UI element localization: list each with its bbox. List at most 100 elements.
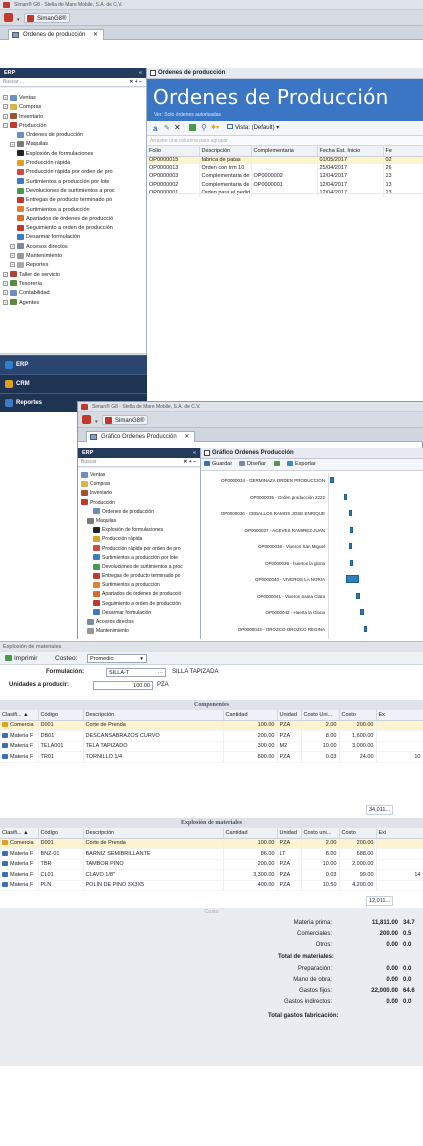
collapse-sidebar-icon[interactable]: « xyxy=(193,448,196,458)
new-icon[interactable]: a xyxy=(153,124,157,133)
tree-item[interactable]: Entregas de producto terminado po xyxy=(81,572,200,581)
search-actions[interactable]: ✕ + − xyxy=(183,458,196,467)
tree-item[interactable]: + Inventario xyxy=(3,113,146,122)
tree-item[interactable]: + Ventas xyxy=(3,94,146,103)
tree-item[interactable]: Surtimientos a producción xyxy=(3,206,146,215)
tree-item[interactable]: Apartados de órdenes de producció xyxy=(3,215,146,224)
table-row[interactable]: OP0000013 Orden con trm 10 25/04/2017 26 xyxy=(147,164,423,173)
tree-item[interactable]: Seguimiento a orden de producción xyxy=(81,600,200,609)
tree-item[interactable]: + Agentes xyxy=(3,299,146,308)
search-input[interactable]: Buscar xyxy=(81,459,97,465)
tree-item[interactable]: Surtimientos a producción por lote xyxy=(81,554,200,563)
tree-item[interactable]: − Producción xyxy=(3,122,146,131)
close-tab-icon[interactable]: ✕ xyxy=(184,434,189,440)
delete-icon[interactable]: ✕ xyxy=(174,123,181,132)
tree-item[interactable]: Ordenes de producción xyxy=(81,508,200,517)
table-row[interactable]: Comercia D001 Corte de Prenda 100.00 PZA 2.00… xyxy=(0,720,423,731)
save-button[interactable]: Guardar xyxy=(204,461,232,467)
column-header[interactable]: Ex xyxy=(376,710,423,721)
refresh-icon[interactable] xyxy=(189,124,196,131)
tree-item[interactable]: Ordenes de producción xyxy=(3,131,146,140)
quick-access-dropdown-icon[interactable]: ▾ xyxy=(17,17,20,23)
tree-item[interactable]: Producción rápida por orden de pro xyxy=(3,168,146,177)
column-header[interactable]: Unidad xyxy=(277,828,302,839)
expand-icon[interactable]: + xyxy=(3,95,8,101)
app-menu-icon[interactable] xyxy=(82,415,91,424)
table-row[interactable]: Materia F DB01 DESCANSABRAZOS CURVO 200.00 P… xyxy=(0,730,423,742)
tree-item[interactable]: + Taller de servicio xyxy=(3,271,146,280)
table-row[interactable]: Materia F TELA001 TELA TAPIZADO 300.00 M2 10.… xyxy=(0,741,423,752)
close-tab-icon[interactable]: ✕ xyxy=(93,32,98,38)
table-row[interactable]: OP0000015 fabrica de patas 01/05/2017 02 xyxy=(147,156,423,165)
column-header[interactable]: Exi xyxy=(376,828,423,839)
gantt-bar[interactable] xyxy=(330,477,334,483)
formulacion-field[interactable]: SILLA-T ··· xyxy=(106,668,166,677)
table-row[interactable]: Materia F BNZ-01 BARNIZ SEMIBRILLANTE 86.00… xyxy=(0,848,423,860)
expand-icon[interactable]: + xyxy=(3,299,8,305)
nav-button-crm[interactable]: CRM xyxy=(0,374,147,393)
tree-item[interactable]: + Reportes xyxy=(3,261,146,270)
tree-item[interactable]: Ventas xyxy=(81,471,200,480)
tree-item[interactable]: Devoluciones de surtimientos a proc xyxy=(3,187,146,196)
filter-icon[interactable]: ⚲ xyxy=(201,123,207,132)
expand-icon[interactable]: + xyxy=(3,113,8,119)
lookup-icon[interactable]: ··· xyxy=(158,669,164,677)
gantt-bar[interactable] xyxy=(350,526,354,533)
tree-item[interactable]: Producción xyxy=(81,499,200,508)
tree-item[interactable]: + Contabilidad xyxy=(3,289,146,298)
sidebar-search[interactable]: Buscar ... ✕ + − xyxy=(0,78,146,87)
edit-icon[interactable]: ✎ xyxy=(164,124,170,132)
refresh-button[interactable] xyxy=(274,461,282,467)
gantt-bar[interactable] xyxy=(349,510,353,516)
gantt-bar[interactable] xyxy=(356,592,360,599)
app-button[interactable]: SimanG8® xyxy=(102,415,149,425)
tree-item[interactable]: Surtimientos a producción xyxy=(81,581,200,590)
tree-item[interactable]: Accesos directos xyxy=(81,618,200,627)
app-menu-icon[interactable] xyxy=(4,13,13,22)
tree-item[interactable]: + Mantenimiento xyxy=(3,252,146,261)
column-header[interactable]: Clasifi... ▲ xyxy=(0,710,39,721)
tree-item[interactable]: Explosión de formulaciones xyxy=(81,526,200,535)
column-header[interactable]: Costo uni... xyxy=(301,828,340,839)
gantt-bar[interactable] xyxy=(345,575,359,583)
expand-icon[interactable]: + xyxy=(3,271,8,277)
column-header[interactable]: Folio xyxy=(147,146,200,157)
column-header[interactable]: Descripción xyxy=(83,710,224,721)
tree-item[interactable]: Maquilas xyxy=(81,517,200,526)
column-header[interactable]: Descripción xyxy=(199,146,252,157)
table-row[interactable]: Materia F TR01 TORNILLO 1/4 800.00 PZA 0.03 24… xyxy=(0,751,423,763)
column-header[interactable]: Cantidad xyxy=(223,828,278,839)
column-header[interactable]: Fe xyxy=(383,146,423,157)
column-header[interactable]: Complementaria xyxy=(251,146,318,157)
gantt-bar[interactable] xyxy=(363,625,368,632)
tree-item[interactable]: Producción rápida por orden de pro xyxy=(81,545,200,554)
costeo-select[interactable]: Promedio ▾ xyxy=(87,654,147,663)
unidades-field[interactable]: 100.00 xyxy=(93,681,153,690)
design-button[interactable]: Diseñar xyxy=(239,461,266,467)
app-button[interactable]: SimanG8® xyxy=(24,13,71,23)
sidebar-search[interactable]: Buscar ✕ + − xyxy=(78,458,200,467)
tree-item[interactable]: + Compras xyxy=(3,103,146,112)
collapse-icon[interactable]: − xyxy=(3,122,8,128)
column-header[interactable]: Unidad xyxy=(277,710,302,721)
expand-icon[interactable]: + xyxy=(10,243,15,249)
expand-icon[interactable]: + xyxy=(10,141,15,147)
tree-item[interactable]: + Maquilas xyxy=(3,140,146,149)
column-header[interactable]: Descripción xyxy=(83,828,224,839)
table-row[interactable]: Comercia D001 Corte de Prenda 100.00 PZA 2.00… xyxy=(0,838,423,849)
gantt-bar[interactable] xyxy=(350,559,354,566)
table-row[interactable]: Materia F PLN POLÍN DE PINO 3X3X5 400.00 PZA… xyxy=(0,880,423,891)
table-row[interactable]: OP0000002 Complementaria de ... OP0000001 1… xyxy=(147,180,423,189)
search-input[interactable]: Buscar ... xyxy=(3,79,24,85)
expand-icon[interactable]: + xyxy=(3,280,8,286)
tree-item[interactable]: + Accesos directos xyxy=(3,243,146,252)
tab-ordenes-produccion[interactable]: Ordenes de producción ✕ xyxy=(8,29,105,40)
column-header[interactable]: Cantidad xyxy=(223,710,278,721)
tree-item[interactable]: Desarmar formulación xyxy=(3,233,146,242)
export-button[interactable]: Exportar xyxy=(287,461,316,467)
search-actions[interactable]: ✕ + − xyxy=(129,78,142,87)
print-button[interactable]: Imprimir xyxy=(5,655,37,662)
column-header[interactable]: Código xyxy=(38,828,84,839)
expand-icon[interactable]: + xyxy=(3,104,8,110)
tree-item[interactable]: Entregas de producto terminado po xyxy=(3,196,146,205)
